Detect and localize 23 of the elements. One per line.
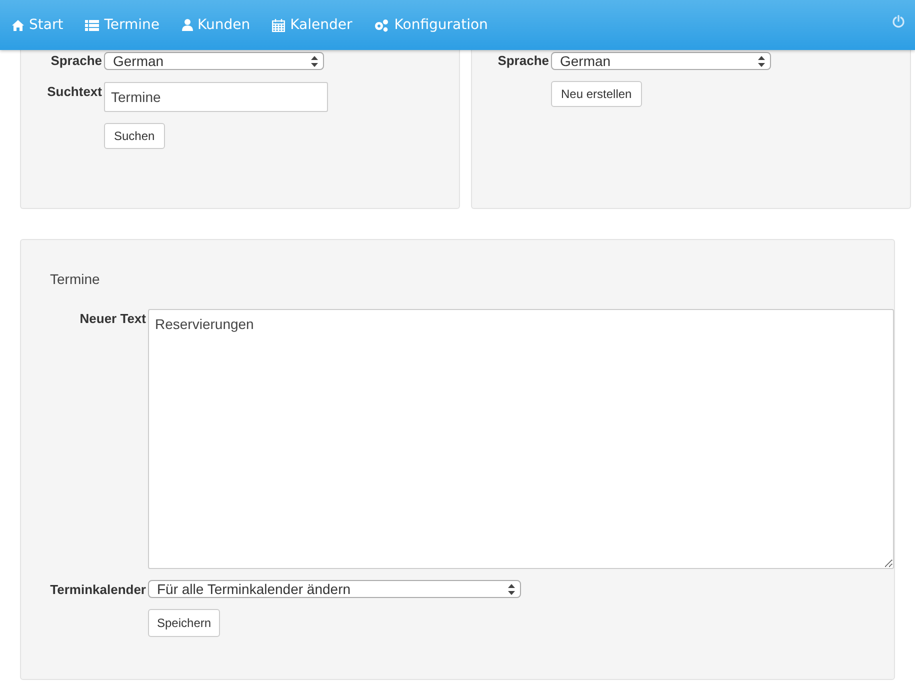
user-icon bbox=[182, 19, 193, 31]
language-select[interactable]: German bbox=[104, 52, 324, 70]
updown-icon bbox=[508, 584, 515, 594]
language-select[interactable]: German bbox=[551, 52, 771, 70]
calendar-icon bbox=[272, 18, 286, 32]
gears-icon bbox=[374, 18, 390, 32]
updown-icon bbox=[311, 56, 318, 66]
search-button[interactable]: Suchen bbox=[104, 123, 165, 149]
field-label: Sprache bbox=[496, 53, 549, 68]
field-label: Terminkalender bbox=[49, 582, 146, 596]
list-icon bbox=[85, 20, 100, 30]
field-label: Suchtext bbox=[46, 83, 102, 99]
home-icon bbox=[12, 20, 24, 30]
updown-icon bbox=[758, 56, 765, 66]
save-button[interactable]: Speichern bbox=[148, 609, 220, 637]
field-label: Neuer Text bbox=[78, 310, 146, 326]
field-label: Sprache bbox=[50, 53, 102, 68]
calendar-select[interactable]: Für alle Terminkalender ändern bbox=[148, 580, 521, 598]
search-text-field[interactable]: Termine bbox=[104, 82, 328, 112]
panel-title: Termine bbox=[49, 270, 101, 289]
text-area[interactable]: Reservierungen bbox=[148, 309, 894, 569]
create-button[interactable]: Neu erstellen bbox=[551, 81, 642, 107]
power-icon[interactable] bbox=[892, 14, 905, 28]
